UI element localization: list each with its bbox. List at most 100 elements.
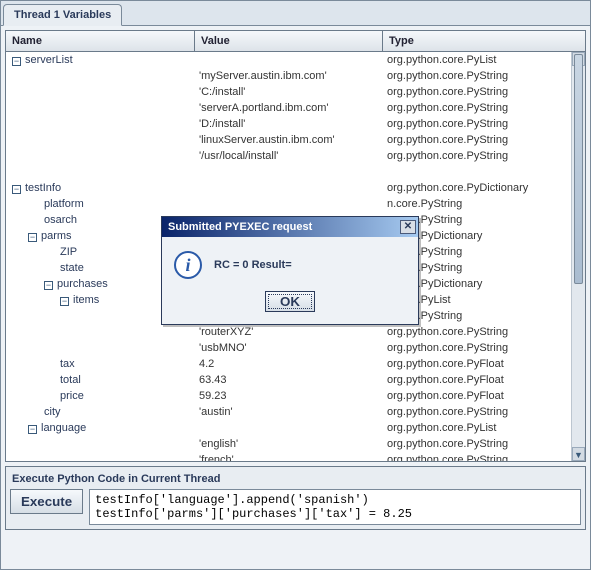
table-row[interactable]: price 59.23org.python.core.PyFloat [6, 388, 585, 404]
tree-toggle-icon[interactable]: − [60, 297, 69, 306]
table-row[interactable]: 'english'org.python.core.PyString [6, 436, 585, 452]
code-input[interactable]: testInfo['language'].append('spanish') t… [89, 489, 581, 525]
execute-panel-title: Execute Python Code in Current Thread [10, 471, 581, 489]
table-row[interactable]: 'usbMNO'org.python.core.PyString [6, 340, 585, 356]
cell-name [6, 84, 195, 100]
tab-thread-variables[interactable]: Thread 1 Variables [3, 4, 122, 26]
cell-type: org.python.core.PyFloat [383, 388, 585, 404]
table-row[interactable]: '/usr/local/install'org.python.core.PySt… [6, 148, 585, 164]
table-row[interactable]: platform n.core.PyString [6, 196, 585, 212]
header-name[interactable]: Name [6, 31, 195, 51]
dialog-titlebar[interactable]: Submitted PYEXEC request ✕ [162, 217, 418, 237]
tree-toggle-icon[interactable]: − [28, 233, 37, 242]
node-label: price [60, 390, 84, 402]
ok-button[interactable]: OK [265, 291, 315, 312]
cell-value [195, 52, 383, 68]
cell-type: org.python.core.PyString [383, 436, 585, 452]
cell-value: 'C:/install' [195, 84, 383, 100]
cell-type: org.python.core.PyString [383, 148, 585, 164]
cell-value [195, 420, 383, 436]
cell-type: org.python.core.PyString [383, 84, 585, 100]
cell-value: '/usr/local/install' [195, 148, 383, 164]
cell-value: 59.23 [195, 388, 383, 404]
tree-toggle-icon[interactable]: − [12, 57, 21, 66]
cell-name: price [6, 388, 195, 404]
table-row[interactable]: 'linuxServer.austin.ibm.com'org.python.c… [6, 132, 585, 148]
cell-type: org.python.core.PyString [383, 100, 585, 116]
cell-type: n.core.PyString [383, 196, 585, 212]
tab-label: Thread 1 Variables [14, 9, 111, 21]
info-icon: i [174, 251, 202, 279]
cell-type [383, 164, 585, 180]
node-label: serverList [25, 54, 73, 66]
cell-name [6, 324, 195, 340]
node-label: purchases [57, 278, 108, 290]
node-label: ZIP [60, 246, 77, 258]
cell-type: org.python.core.PyDictionary [383, 180, 585, 196]
cell-value [195, 180, 383, 196]
table-row[interactable]: 'serverA.portland.ibm.com'org.python.cor… [6, 100, 585, 116]
cell-name [6, 164, 195, 180]
table-header: Name Value Type [6, 31, 585, 52]
node-label: tax [60, 358, 75, 370]
node-label: total [60, 374, 81, 386]
table-row[interactable]: 'D:/install'org.python.core.PyString [6, 116, 585, 132]
cell-type: org.python.core.PyFloat [383, 372, 585, 388]
cell-type: org.python.core.PyFloat [383, 356, 585, 372]
cell-name [6, 148, 195, 164]
node-label: items [73, 294, 99, 306]
cell-name: −serverList [6, 52, 195, 68]
cell-name: total [6, 372, 195, 388]
tree-toggle-icon[interactable]: − [12, 185, 21, 194]
tab-bar: Thread 1 Variables [1, 1, 590, 26]
table-row[interactable]: −testInfoorg.python.core.PyDictionary [6, 180, 585, 196]
cell-type: org.python.core.PyString [383, 404, 585, 420]
cell-name [6, 68, 195, 84]
cell-type: org.python.core.PyString [383, 116, 585, 132]
table-row[interactable]: 'routerXYZ'org.python.core.PyString [6, 324, 585, 340]
vertical-scrollbar[interactable]: ▲ ▼ [571, 52, 585, 461]
cell-name: tax [6, 356, 195, 372]
cell-name [6, 340, 195, 356]
table-row[interactable]: tax4.2org.python.core.PyFloat [6, 356, 585, 372]
result-dialog: Submitted PYEXEC request ✕ i RC = 0 Resu… [161, 216, 419, 325]
table-row[interactable]: 'myServer.austin.ibm.com'org.python.core… [6, 68, 585, 84]
node-label: language [41, 422, 86, 434]
cell-value: 'french' [195, 452, 383, 461]
table-row[interactable]: −serverList org.python.core.PyList [6, 52, 585, 68]
scroll-down-arrow-icon[interactable]: ▼ [572, 447, 585, 461]
tree-toggle-icon[interactable]: − [28, 425, 37, 434]
tree-toggle-icon[interactable]: − [44, 281, 53, 290]
node-label: osarch [44, 214, 77, 226]
cell-value: 'usbMNO' [195, 340, 383, 356]
cell-type: org.python.core.PyList [383, 420, 585, 436]
scroll-thumb[interactable] [574, 54, 583, 284]
table-row[interactable] [6, 164, 585, 180]
header-value[interactable]: Value [195, 31, 383, 51]
cell-value: 'D:/install' [195, 116, 383, 132]
cell-value: 'austin' [195, 404, 383, 420]
table-row[interactable]: 'C:/install'org.python.core.PyString [6, 84, 585, 100]
dialog-message: RC = 0 Result= [214, 259, 292, 271]
cell-value [195, 164, 383, 180]
close-icon[interactable]: ✕ [400, 220, 416, 234]
cell-name [6, 100, 195, 116]
cell-type: org.python.core.PyString [383, 340, 585, 356]
execute-panel: Execute Python Code in Current Thread Ex… [5, 466, 586, 530]
node-label: parms [41, 230, 72, 242]
cell-type: org.python.core.PyString [383, 324, 585, 340]
cell-name [6, 436, 195, 452]
cell-value: 'routerXYZ' [195, 324, 383, 340]
table-row[interactable]: 'french'org.python.core.PyString [6, 452, 585, 461]
cell-type: org.python.core.PyList [383, 52, 585, 68]
node-label: platform [44, 198, 84, 210]
cell-name: platform [6, 196, 195, 212]
table-row[interactable]: city'austin'org.python.core.PyString [6, 404, 585, 420]
header-type[interactable]: Type [383, 31, 585, 51]
cell-name [6, 452, 195, 461]
cell-value: 'serverA.portland.ibm.com' [195, 100, 383, 116]
table-row[interactable]: −language org.python.core.PyList [6, 420, 585, 436]
cell-name [6, 132, 195, 148]
table-row[interactable]: total63.43org.python.core.PyFloat [6, 372, 585, 388]
execute-button[interactable]: Execute [10, 489, 83, 514]
